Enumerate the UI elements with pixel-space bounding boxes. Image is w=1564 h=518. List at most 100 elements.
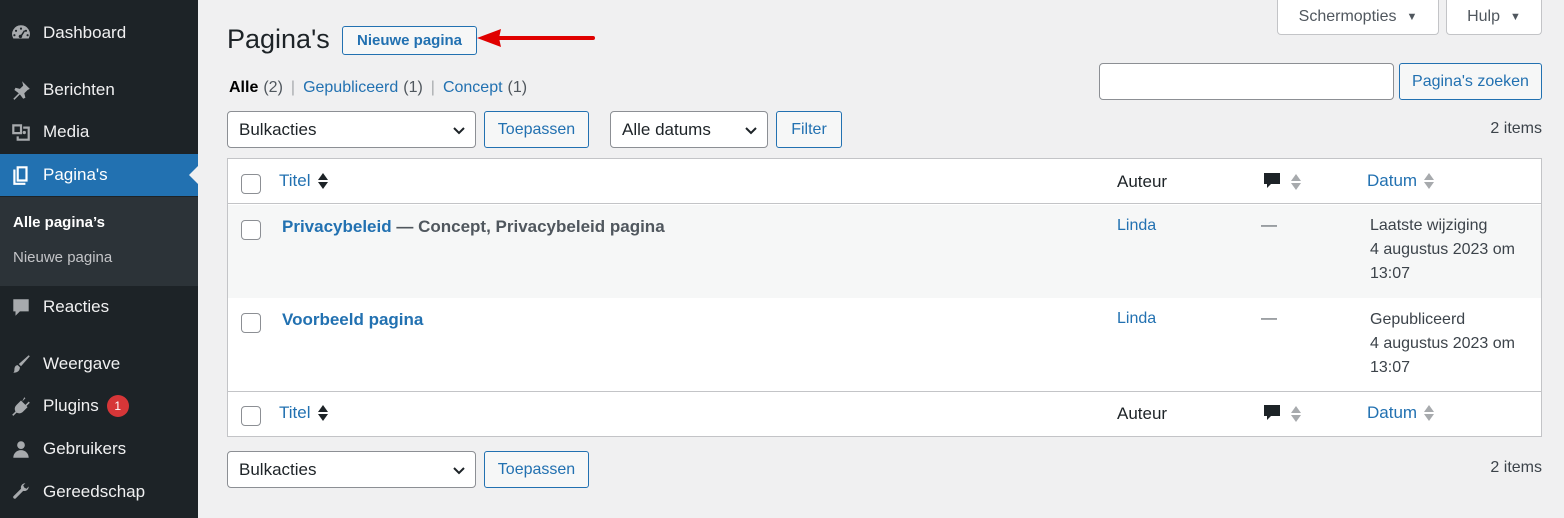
pages-table: Titel Auteur Datum Privacybeleid — Conce… [227, 158, 1542, 437]
bulk-actions-select-bottom[interactable]: Bulkacties [227, 451, 476, 488]
view-count: (1) [403, 79, 423, 96]
date-filter-value: Alle datums [622, 119, 711, 139]
menu-item-gebruikers[interactable]: Gebruikers [0, 428, 198, 470]
wrench-icon [9, 480, 33, 504]
author-column-label: Auteur [1117, 172, 1168, 191]
admin-sidebar: Dashboard Berichten Media Pagina's Alle … [0, 0, 198, 518]
date-time: 13:07 [1370, 359, 1411, 376]
menu-label: Gebruikers [43, 439, 127, 458]
media-icon [9, 120, 33, 144]
author-column-label: Auteur [1117, 404, 1168, 423]
sort-arrows-icon[interactable] [1290, 404, 1302, 424]
select-all-checkbox[interactable] [241, 174, 261, 194]
title-column-label: Titel [279, 171, 311, 190]
comment-icon [9, 295, 33, 319]
date-time: 13:07 [1370, 265, 1411, 282]
date-column-sort[interactable]: Datum [1367, 403, 1435, 423]
bulk-actions-select[interactable]: Bulkacties [227, 111, 476, 148]
author-link[interactable]: Linda [1117, 310, 1156, 328]
comments-count: — [1261, 310, 1277, 327]
filter-button[interactable]: Filter [776, 111, 842, 148]
title-column-label: Titel [279, 403, 311, 422]
date-cell: Laatste wijziging 4 augustus 2023 om 13:… [1370, 214, 1515, 286]
comments-count: — [1261, 217, 1277, 234]
plugin-icon [9, 394, 33, 418]
page-title-link[interactable]: Voorbeeld pagina [282, 310, 423, 329]
status-filter-links: Alle (2) | Gepubliceerd (1) | Concept (1… [229, 79, 527, 97]
brush-icon [9, 352, 33, 376]
dashboard-icon [9, 21, 33, 45]
menu-item-weergave[interactable]: Weergave [0, 343, 198, 385]
sort-arrows-icon [1424, 405, 1435, 421]
menu-item-paginas[interactable]: Pagina's [0, 154, 198, 196]
search-input[interactable] [1099, 63, 1394, 100]
menu-item-reacties[interactable]: Reacties [0, 286, 198, 328]
menu-label: Media [43, 122, 90, 141]
bulk-actions-value: Bulkacties [239, 119, 317, 139]
page-title-link[interactable]: Privacybeleid [282, 217, 392, 236]
menu-label: Dashboard [43, 23, 127, 42]
menu-item-dashboard[interactable]: Dashboard [0, 12, 198, 54]
caret-down-icon: ▼ [1510, 11, 1521, 23]
separator: | [290, 79, 296, 96]
view-draft-link[interactable]: Concept [443, 79, 503, 97]
caret-down-icon: ▼ [1406, 11, 1418, 23]
apply-button-bottom[interactable]: Toepassen [484, 451, 589, 488]
apply-button[interactable]: Toepassen [484, 111, 589, 148]
date-filter-select[interactable]: Alle datums [610, 111, 768, 148]
red-arrow-annotation [477, 29, 595, 47]
date-status: Laatste wijziging [1370, 217, 1488, 234]
view-count: (1) [507, 79, 528, 96]
chevron-down-icon [453, 467, 465, 475]
post-state: — Concept, Privacybeleid pagina [391, 217, 665, 236]
menu-item-plugins[interactable]: Plugins 1 [0, 385, 198, 427]
row-title: Privacybeleid — Concept, Privacybeleid p… [282, 217, 665, 237]
date-column-sort[interactable]: Datum [1367, 171, 1435, 191]
row-title: Voorbeeld pagina [282, 310, 423, 330]
pages-submenu: Alle pagina’s Nieuwe pagina [0, 197, 198, 286]
help-button[interactable]: Hulp ▼ [1446, 0, 1542, 35]
date-cell: Gepubliceerd 4 augustus 2023 om 13:07 [1370, 308, 1515, 380]
menu-label: Weergave [43, 354, 121, 373]
menu-label: Gereedschap [43, 482, 146, 501]
table-row: Voorbeeld pagina Linda — Gepubliceerd 4 … [228, 298, 1541, 391]
select-all-checkbox[interactable] [241, 406, 261, 426]
menu-item-media[interactable]: Media [0, 111, 198, 153]
title-column-sort[interactable]: Titel [279, 171, 329, 191]
row-checkbox[interactable] [241, 313, 261, 333]
user-icon [9, 437, 33, 461]
sort-arrows-icon [317, 173, 328, 189]
menu-label: Pagina's [43, 165, 108, 184]
help-label: Hulp [1467, 8, 1500, 25]
menu-item-gereedschap[interactable]: Gereedschap [0, 471, 198, 513]
add-new-page-button[interactable]: Nieuwe pagina [342, 26, 477, 55]
search-pages-button[interactable]: Pagina's zoeken [1399, 63, 1542, 100]
items-count: 2 items [1490, 120, 1542, 137]
title-column-sort[interactable]: Titel [279, 403, 329, 423]
date-value: 4 augustus 2023 om [1370, 335, 1515, 352]
page-title: Pagina's [227, 24, 330, 54]
row-checkbox[interactable] [241, 220, 261, 240]
date-value: 4 augustus 2023 om [1370, 241, 1515, 258]
date-column-label: Datum [1367, 171, 1418, 190]
submenu-all-pages[interactable]: Alle pagina’s [13, 214, 105, 231]
submenu-new-page[interactable]: Nieuwe pagina [13, 249, 112, 266]
view-all-link[interactable]: Alle [229, 79, 258, 97]
menu-label: Plugins [43, 396, 99, 415]
bulk-actions-value: Bulkacties [239, 459, 317, 479]
screen-options-button[interactable]: Schermopties ▼ [1277, 0, 1439, 35]
sort-arrows-icon [317, 405, 328, 421]
menu-label: Reacties [43, 297, 110, 316]
update-count-badge: 1 [106, 395, 129, 417]
screen-options-label: Schermopties [1298, 8, 1397, 25]
date-column-label: Datum [1367, 403, 1418, 422]
menu-label: Berichten [43, 80, 115, 99]
sort-arrows-icon[interactable] [1290, 172, 1302, 192]
chevron-down-icon [453, 127, 465, 135]
view-count: (2) [263, 79, 283, 96]
author-link[interactable]: Linda [1117, 217, 1156, 235]
view-published-link[interactable]: Gepubliceerd [303, 79, 398, 97]
table-row: Privacybeleid — Concept, Privacybeleid p… [228, 205, 1541, 298]
comment-bubble-icon [1264, 173, 1280, 188]
menu-item-berichten[interactable]: Berichten [0, 69, 198, 111]
